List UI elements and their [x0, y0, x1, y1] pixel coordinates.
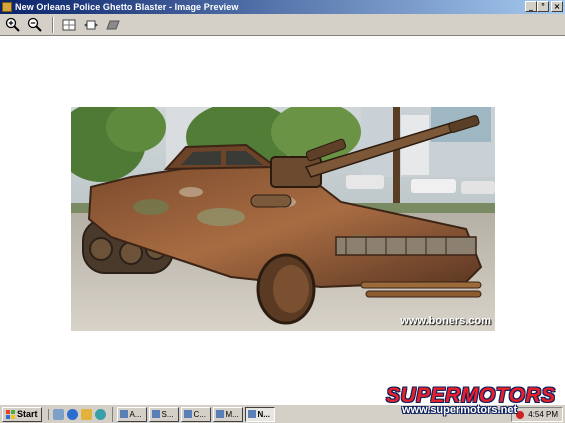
media-player-icon[interactable]	[94, 408, 106, 420]
photo-watermark: www.boners.com	[400, 315, 491, 327]
slideshow-icon	[106, 20, 120, 29]
zoom-out-icon	[27, 17, 42, 32]
site-logo-url: www.supermotors.net	[402, 404, 518, 416]
start-label: Start	[17, 409, 38, 419]
task-icon	[151, 410, 160, 418]
taskbar-task[interactable]: C...	[180, 406, 211, 422]
best-fit-button[interactable]	[59, 16, 79, 34]
taskbar-task[interactable]: S...	[148, 406, 179, 422]
minimize-button[interactable]: _	[525, 1, 537, 12]
taskbar-task[interactable]: A...	[116, 406, 147, 422]
toolbar-separator	[52, 16, 54, 33]
task-icon	[119, 410, 128, 418]
task-icon	[247, 410, 256, 418]
actual-size-icon	[84, 20, 98, 29]
taskbar-tasks: A... S... C... M... N...	[111, 406, 275, 422]
task-icon	[183, 410, 192, 418]
app-icon	[2, 2, 12, 12]
windows-logo-icon	[6, 409, 15, 419]
taskbar-task-active[interactable]: N...	[244, 406, 275, 422]
taskbar-task[interactable]: M...	[212, 406, 243, 422]
zoom-out-button[interactable]	[25, 16, 45, 34]
outlook-icon[interactable]	[80, 408, 92, 420]
quick-launch	[47, 408, 106, 420]
window-controls: _ ° ×	[525, 1, 563, 12]
restore-button[interactable]: °	[537, 1, 549, 12]
window-title: New Orleans Police Ghetto Blaster - Imag…	[15, 2, 239, 12]
window-titlebar: New Orleans Police Ghetto Blaster - Imag…	[0, 0, 565, 14]
start-button[interactable]: Start	[2, 406, 42, 422]
zoom-in-icon	[5, 17, 20, 32]
site-logo: SUPERMOTORS www.supermotors.net	[386, 384, 564, 416]
preview-area: www.boners.com	[0, 37, 565, 404]
image-toolbar	[0, 14, 565, 36]
show-desktop-icon[interactable]	[52, 408, 64, 420]
preview-image: www.boners.com	[71, 107, 495, 331]
zoom-in-button[interactable]	[3, 16, 23, 34]
slideshow-button[interactable]	[103, 16, 123, 34]
close-button[interactable]: ×	[551, 1, 563, 12]
best-fit-icon	[62, 19, 76, 30]
armored-car-photo	[71, 107, 495, 331]
actual-size-button[interactable]	[81, 16, 101, 34]
internet-explorer-icon[interactable]	[66, 408, 78, 420]
task-icon	[215, 410, 224, 418]
